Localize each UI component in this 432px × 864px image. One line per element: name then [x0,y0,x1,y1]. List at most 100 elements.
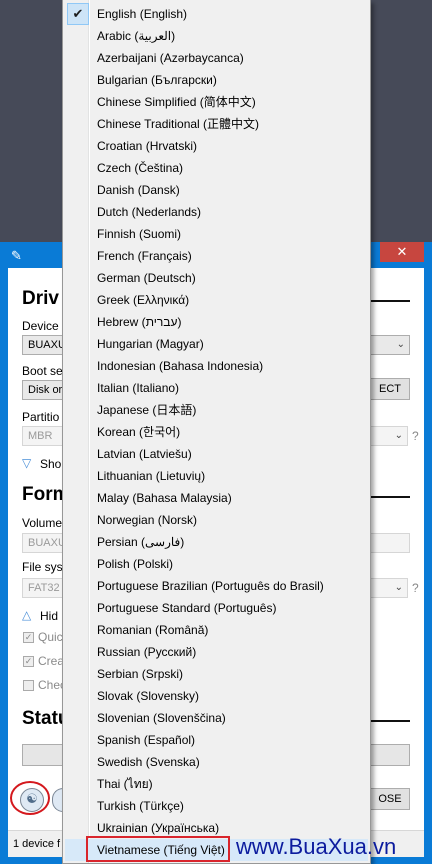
menu-item[interactable]: Hungarian (Magyar) [65,333,368,355]
menu-item[interactable]: Bulgarian (Български) [65,69,368,91]
menu-item-label: Norwegian (Norsk) [97,513,198,527]
volume-label-label: Volume [22,516,63,530]
device-dropdown[interactable]: ⌄ [370,335,410,355]
boot-selection-value: Disk or [28,384,63,396]
menu-item-label: Turkish (Türkçe) [97,799,184,813]
menu-item[interactable]: Slovak (Slovensky) [65,685,368,707]
menu-item[interactable]: ✔ English (English) [65,3,368,25]
menu-item[interactable]: Japanese (日本語) [65,399,368,421]
menu-item[interactable]: Hebrew (עברית) [65,311,368,333]
watermark: www.BuaXua.vn [236,834,397,859]
menu-item-label: Chinese Simplified (简体中文) [97,95,256,109]
menu-item[interactable]: German (Deutsch) [65,267,368,289]
hide-advanced-format-options[interactable]: Hid [40,609,58,623]
menu-item[interactable]: Turkish (Türkçe) [65,795,368,817]
menu-item-label: Dutch (Nederlands) [97,205,202,219]
window-close-button[interactable]: ✕ [380,242,424,262]
menu-item-label: Korean (한국어) [97,425,181,439]
chevron-up-icon[interactable]: △ [22,608,31,622]
menu-item-label: Japanese (日本語) [97,403,197,417]
annotation-ellipse [10,781,50,815]
menu-item-label: Hebrew (עברית) [97,315,182,329]
check-bad-blocks-checkbox[interactable] [23,680,34,691]
menu-item[interactable]: Danish (Dansk) [65,179,368,201]
menu-item[interactable]: Arabic (العربية) [65,25,368,47]
menu-item[interactable]: Azerbaijani (Azərbaycanca) [65,47,368,69]
menu-item[interactable]: Chinese Simplified (简体中文) [65,91,368,113]
close-button[interactable]: OSE [370,788,410,810]
device-label: Device [22,319,59,333]
volume-label-input-right[interactable] [370,533,410,553]
menu-item[interactable]: Thai (ไทย) [65,773,368,795]
select-button[interactable]: ECT [370,378,410,400]
menu-item-label: Indonesian (Bahasa Indonesia) [97,359,264,373]
menu-item-label: Portuguese Standard (Português) [97,601,277,615]
cluster-size-dropdown[interactable]: ⌄ [370,578,408,598]
device-value: BUAXU [28,339,66,351]
menu-item-label: Croatian (Hrvatski) [97,139,198,153]
quick-format-checkbox[interactable]: ✓ [23,632,34,643]
menu-item[interactable]: Croatian (Hrvatski) [65,135,368,157]
menu-item[interactable]: Latvian (Latviešu) [65,443,368,465]
menu-item-label: Thai (ไทย) [97,777,153,791]
language-menu: ✔ English (English) Arabic (العربية) Azerba… [62,0,371,864]
annotation-highlight-box [86,836,230,862]
menu-item-label: Spanish (Español) [97,733,196,747]
menu-item[interactable]: Italian (Italiano) [65,377,368,399]
chevron-down-icon[interactable]: ▽ [22,456,31,470]
chevron-down-icon: ⌄ [396,339,405,350]
menu-item-label: Italian (Italiano) [97,381,180,395]
menu-item-label: Persian (فارسی) [97,535,185,549]
file-system-label: File syst [22,560,67,574]
menu-item-label: French (Français) [97,249,192,263]
menu-item-label: Danish (Dansk) [97,183,180,197]
status-progress-bar-right [370,744,410,766]
file-system-value: FAT32 [28,582,60,594]
menu-item[interactable]: Greek (Ελληνικά) [65,289,368,311]
menu-item[interactable]: Dutch (Nederlands) [65,201,368,223]
menu-item-label: Greek (Ελληνικά) [97,293,190,307]
menu-item[interactable]: French (Français) [65,245,368,267]
menu-item-label: Swedish (Svenska) [97,755,200,769]
menu-item[interactable]: Malay (Bahasa Malaysia) [65,487,368,509]
menu-item[interactable]: Swedish (Svenska) [65,751,368,773]
show-advanced-drive-properties[interactable]: Sho [40,457,61,471]
help-mark[interactable]: ? [412,429,419,443]
menu-item[interactable]: Norwegian (Norsk) [65,509,368,531]
menu-item[interactable]: Portuguese Brazilian (Português do Brasi… [65,575,368,597]
partition-scheme-value: MBR [28,430,53,442]
status-text: 1 device f [13,838,61,850]
menu-item-label: Romanian (Română) [97,623,209,637]
target-system-dropdown[interactable]: ⌄ [370,426,408,446]
menu-item[interactable]: Lithuanian (Lietuvių) [65,465,368,487]
usb-drive-icon: ✎ [11,248,22,263]
menu-item[interactable]: Slovenian (Slovenščina) [65,707,368,729]
menu-item[interactable]: Indonesian (Bahasa Indonesia) [65,355,368,377]
menu-item-label: Slovenian (Slovenščina) [97,711,226,725]
menu-item[interactable]: Korean (한국어) [65,421,368,443]
menu-item[interactable]: Portuguese Standard (Português) [65,597,368,619]
help-mark[interactable]: ? [412,581,419,595]
section-divider [368,720,410,722]
menu-item-label: Bulgarian (Български) [97,73,217,87]
menu-item[interactable]: Serbian (Srpski) [65,663,368,685]
menu-item[interactable]: Finnish (Suomi) [65,223,368,245]
create-extended-label-checkbox[interactable]: ✓ [23,656,34,667]
menu-item-label: Slovak (Slovensky) [97,689,200,703]
menu-item-label: Azerbaijani (Azərbaycanca) [97,51,244,65]
menu-item[interactable]: Chinese Traditional (正體中文) [65,113,368,135]
boot-selection-label: Boot se [22,364,63,378]
menu-item-label: German (Deutsch) [97,271,196,285]
menu-item[interactable]: Polish (Polski) [65,553,368,575]
chevron-down-icon: ⌄ [394,582,403,593]
menu-item[interactable]: Spanish (Español) [65,729,368,751]
menu-item-label: Polish (Polski) [97,557,174,571]
menu-item[interactable]: Russian (Русский) [65,641,368,663]
menu-item-label: Chinese Traditional (正體中文) [97,117,260,131]
menu-item-label: Latvian (Latviešu) [97,447,192,461]
menu-item[interactable]: Romanian (Română) [65,619,368,641]
menu-item-label: Portuguese Brazilian (Português do Brasi… [97,579,324,593]
menu-item[interactable]: Czech (Čeština) [65,157,368,179]
drive-properties-title: Driv [22,288,59,309]
menu-item[interactable]: Persian (فارسی) [65,531,368,553]
